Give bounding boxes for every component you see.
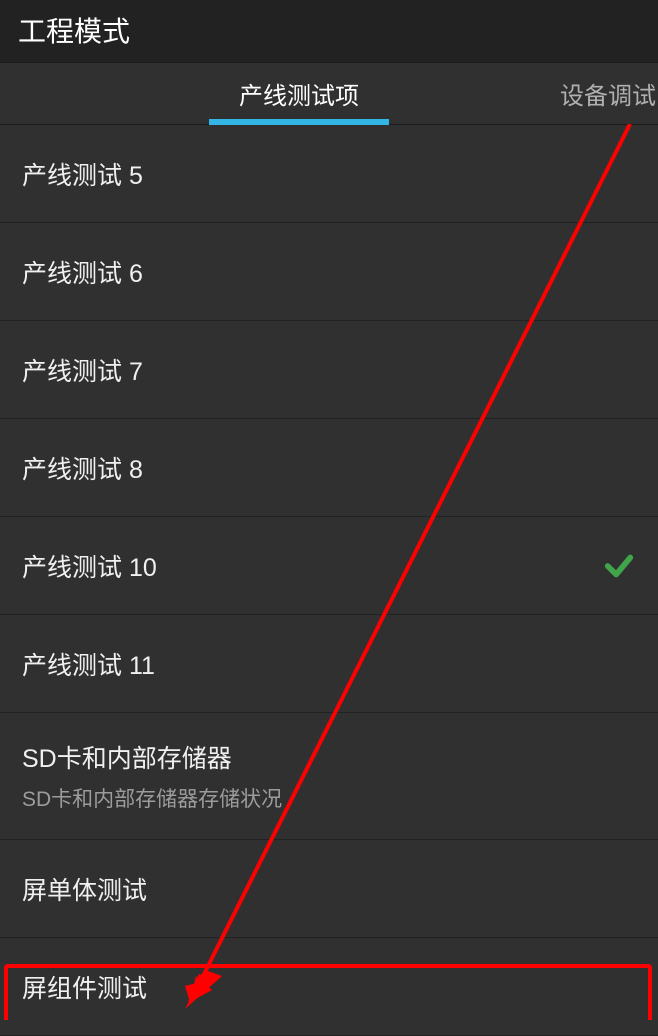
test-list: 产线测试 5 产线测试 6 产线测试 7 产线测试 8 产线测试 10 产线测试 11 SD… xyxy=(0,125,658,1036)
page-title: 工程模式 xyxy=(18,10,640,50)
tab-label: 设备调试 xyxy=(560,76,656,111)
list-item-title: 产线测试 6 xyxy=(22,254,143,290)
list-item[interactable]: 产线测试 8 xyxy=(0,419,658,517)
app-header: 工程模式 xyxy=(0,0,658,63)
list-item[interactable]: 屏组件测试 xyxy=(0,938,658,1036)
tab-device-debug[interactable]: 设备调试 xyxy=(508,63,658,124)
list-item[interactable]: 屏单体测试 xyxy=(0,840,658,938)
list-item-title: 产线测试 7 xyxy=(22,352,143,388)
list-item-text: SD卡和内部存储器 SD卡和内部存储器存储状况 xyxy=(22,739,282,813)
list-item-title: 产线测试 11 xyxy=(22,646,155,682)
list-item-text: 产线测试 7 xyxy=(22,352,143,388)
list-item[interactable]: 产线测试 7 xyxy=(0,321,658,419)
list-item-text: 产线测试 5 xyxy=(22,156,143,192)
list-item-title: 屏单体测试 xyxy=(22,871,147,907)
list-item[interactable]: 产线测试 10 xyxy=(0,517,658,615)
check-icon xyxy=(602,549,636,583)
tab-spacer-left xyxy=(0,63,90,124)
list-item-text: 产线测试 10 xyxy=(22,548,157,584)
list-item[interactable]: 产线测试 6 xyxy=(0,223,658,321)
list-item-text: 屏组件测试 xyxy=(22,969,147,1005)
list-item-text: 产线测试 11 xyxy=(22,646,155,682)
list-item-title: 屏组件测试 xyxy=(22,969,147,1005)
list-item[interactable]: 产线测试 11 xyxy=(0,615,658,713)
list-item-title: 产线测试 8 xyxy=(22,450,143,486)
list-item[interactable]: SD卡和内部存储器 SD卡和内部存储器存储状况 xyxy=(0,713,658,840)
tab-label: 产线测试项 xyxy=(239,76,359,111)
tab-bar: 产线测试项 设备调试 xyxy=(0,63,658,125)
list-item-title: 产线测试 5 xyxy=(22,156,143,192)
list-item-subtitle: SD卡和内部存储器存储状况 xyxy=(22,783,282,813)
list-item-title: SD卡和内部存储器 xyxy=(22,739,282,775)
list-item-text: 产线测试 6 xyxy=(22,254,143,290)
list-item[interactable]: 产线测试 5 xyxy=(0,125,658,223)
tab-production-test[interactable]: 产线测试项 xyxy=(90,63,508,124)
list-item-text: 产线测试 8 xyxy=(22,450,143,486)
list-item-title: 产线测试 10 xyxy=(22,548,157,584)
list-item-text: 屏单体测试 xyxy=(22,871,147,907)
